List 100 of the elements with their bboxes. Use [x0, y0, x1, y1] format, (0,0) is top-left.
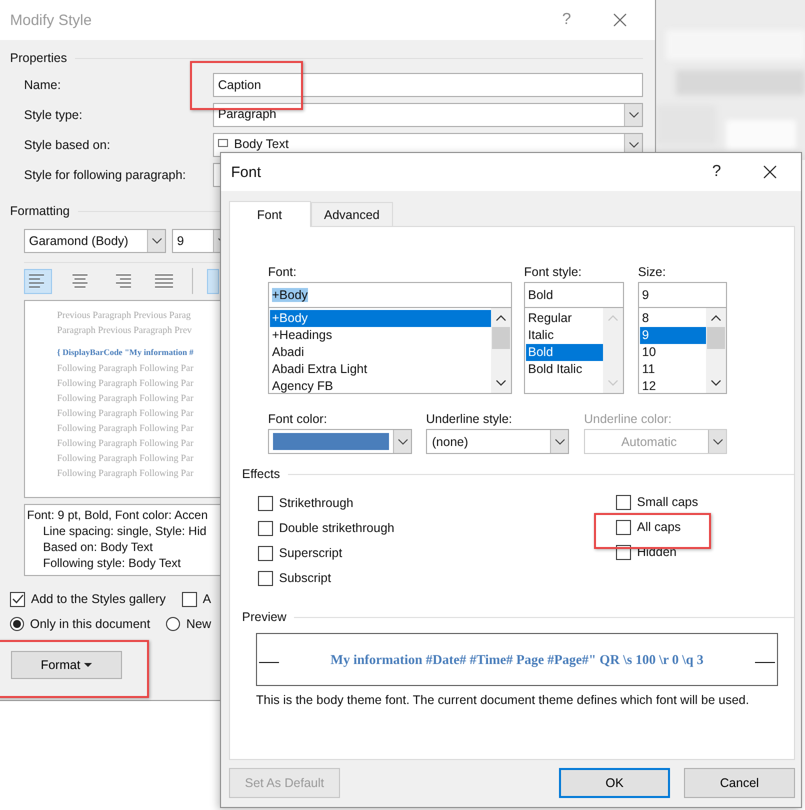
list-box[interactable]: 8 9 10 11 12: [638, 308, 727, 394]
checkbox[interactable]: [258, 546, 273, 560]
group-label: Formatting: [10, 204, 70, 218]
list-item[interactable]: Abadi: [270, 344, 491, 361]
list-item[interactable]: 9: [640, 327, 706, 344]
scroll-down-icon: [711, 380, 721, 386]
list-item[interactable]: 10: [640, 344, 706, 361]
checkbox[interactable]: [258, 496, 273, 510]
list-item[interactable]: +Headings: [270, 327, 491, 344]
checkbox-label: A: [202, 592, 212, 606]
checkmark-icon: [12, 594, 24, 604]
help-button[interactable]: ?: [562, 11, 571, 29]
caret-icon: [84, 663, 92, 667]
list-item[interactable]: Abadi Extra Light: [270, 361, 491, 378]
list-item[interactable]: Bold Italic: [526, 361, 603, 378]
scrollbar[interactable]: [603, 308, 623, 393]
font-color-dropdown[interactable]: [268, 429, 412, 454]
checkbox-label: Strikethrough: [279, 496, 354, 510]
description-line: Font: 9 pt, Bold, Font color: Accen: [27, 508, 208, 524]
preview-line: Following Paragraph Following Par: [57, 364, 194, 376]
preview-line: Following Paragraph Following Par: [57, 379, 194, 391]
dialog-button[interactable]: OK: [559, 768, 670, 798]
preview-line: Paragraph Previous Paragraph Prev: [57, 326, 192, 338]
field-label: Underline color:: [584, 412, 673, 428]
preview-line: Following Paragraph Following Par: [57, 454, 194, 466]
field-label: Underline style:: [426, 412, 514, 428]
input-field[interactable]: +Body: [268, 282, 512, 308]
font-dropdown[interactable]: Garamond (Body): [24, 229, 166, 253]
field-label: Name:: [24, 78, 62, 92]
scroll-thumb[interactable]: [492, 327, 510, 349]
align-right-icon: [113, 274, 131, 288]
align-justify-icon: [155, 274, 173, 288]
dialog-button[interactable]: Cancel: [684, 768, 795, 798]
description-line: Based on: Body Text: [42, 540, 153, 556]
chevron-down-icon: [152, 238, 162, 244]
radio-button[interactable]: [10, 617, 24, 631]
preview-sample: { DisplayBarCode "My information #: [57, 346, 194, 359]
field-label: Font:: [268, 265, 298, 281]
description-line: Following style: Body Text: [42, 556, 181, 572]
help-button[interactable]: ?: [712, 163, 721, 181]
window-title: Modify Style: [10, 12, 93, 28]
description-line: Line spacing: single, Style: Hid: [42, 524, 206, 540]
checkbox[interactable]: [616, 494, 631, 510]
scroll-up-icon: [608, 315, 618, 321]
field-label: Style type:: [24, 108, 84, 122]
list-box[interactable]: +Body +Headings Abadi Abadi Extra Light Agency FB: [268, 308, 512, 394]
chevron-down-icon: [628, 112, 638, 118]
tab[interactable]: Font: [229, 201, 312, 227]
scrollbar[interactable]: [706, 308, 726, 393]
preview-line: Following Paragraph Following Par: [57, 469, 194, 481]
list-item[interactable]: Regular: [526, 310, 603, 327]
chevron-down-icon: [554, 438, 564, 444]
preview-line: Following Paragraph Following Par: [57, 409, 194, 421]
list-item[interactable]: Agency FB: [270, 378, 491, 393]
group-label: Properties: [10, 51, 67, 65]
preview-line: Previous Paragraph Previous Parag: [57, 311, 191, 323]
field-label: Size:: [638, 265, 667, 281]
list-item[interactable]: 8: [640, 310, 706, 327]
chevron-down-icon: [712, 438, 722, 444]
checkbox[interactable]: [182, 592, 197, 606]
list-item[interactable]: Italic: [526, 327, 603, 344]
scrollbar[interactable]: [491, 308, 511, 393]
name-field[interactable]: Caption: [213, 73, 643, 97]
field-label: Font color:: [268, 412, 328, 428]
list-box[interactable]: Regular Italic Bold Bold Italic: [524, 308, 624, 394]
checkbox[interactable]: [258, 570, 273, 586]
preview-line: Following Paragraph Following Par: [57, 439, 194, 451]
dropdown[interactable]: Paragraph: [213, 103, 643, 127]
checkbox[interactable]: [10, 592, 25, 606]
radio-button[interactable]: [166, 617, 180, 631]
input-field[interactable]: 9: [638, 282, 727, 308]
preview-line: Following Paragraph Following Par: [57, 394, 194, 406]
input-field[interactable]: Bold: [524, 282, 624, 308]
checkbox-label: Add to the Styles gallery: [31, 592, 166, 606]
list-item[interactable]: 12: [640, 378, 706, 393]
scroll-thumb[interactable]: [707, 327, 725, 349]
preview-line: Following Paragraph Following Par: [57, 424, 194, 436]
checkbox[interactable]: [258, 520, 273, 536]
list-item[interactable]: +Body: [270, 310, 491, 327]
scroll-up-icon: [496, 315, 506, 321]
checkbox-label: All caps: [637, 520, 681, 534]
tab[interactable]: Advanced: [311, 202, 393, 226]
field-label: Font style:: [524, 265, 583, 281]
paragraph-style-icon: [218, 139, 228, 147]
scroll-up-icon: [711, 315, 721, 321]
format-button[interactable]: Format: [11, 651, 122, 679]
field-label: Style based on:: [24, 138, 112, 152]
checkbox[interactable]: [616, 520, 631, 534]
checkbox-label: Superscript: [279, 546, 342, 560]
dropdown[interactable]: (none): [426, 429, 569, 454]
preview-note: This is the body theme font. The current document theme defines which font will be used.: [256, 693, 750, 707]
checkbox-label: Small caps: [637, 495, 698, 509]
list-item[interactable]: Bold: [526, 344, 603, 361]
window-title: Font: [231, 164, 262, 180]
scroll-down-icon: [608, 380, 618, 386]
align-left-button[interactable]: [24, 268, 52, 294]
close-icon[interactable]: [763, 165, 777, 179]
list-item[interactable]: 11: [640, 361, 706, 378]
preview-sample: My information #Date# #Time# Page #Page#" QR \s 100 \r 0 \q 3: [330, 652, 704, 668]
group-label: Preview: [242, 610, 286, 624]
